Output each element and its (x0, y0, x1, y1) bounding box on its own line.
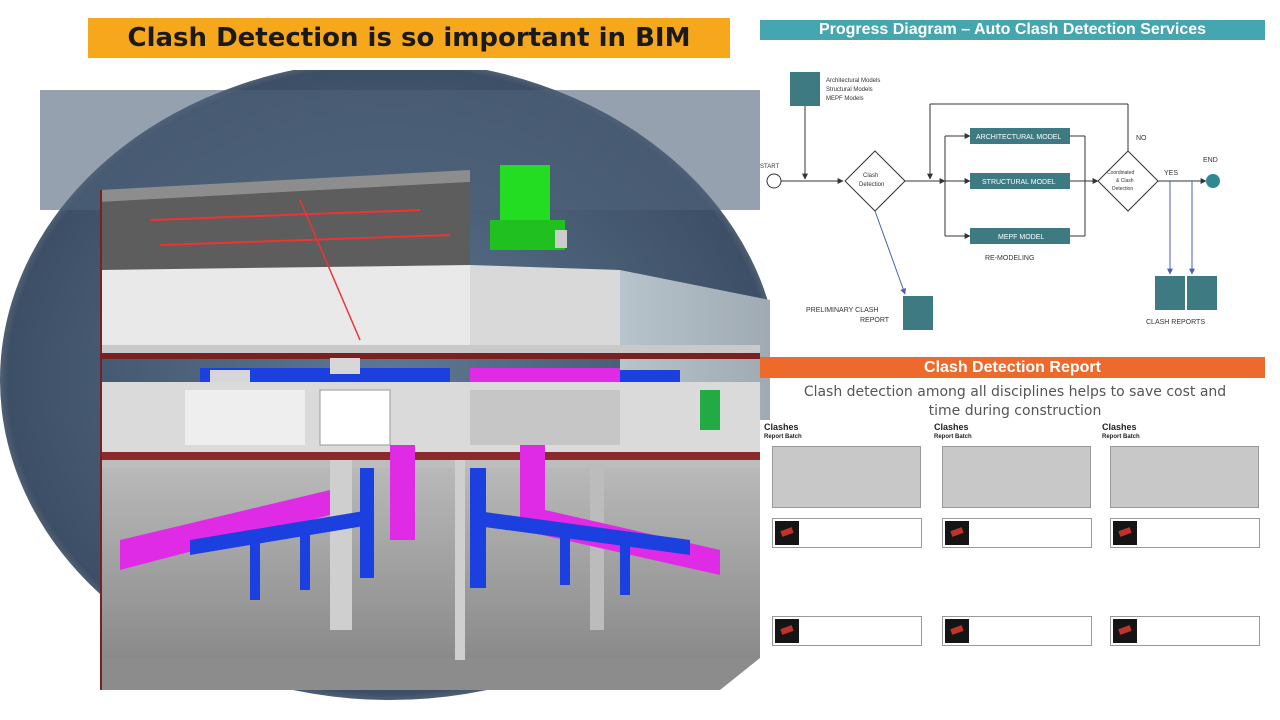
mepf-model-label: MEPF MODEL (998, 234, 1044, 241)
no-label: NO (1136, 135, 1147, 142)
clash-report-title: Clash Detection Report (760, 357, 1265, 378)
models-doc-icon (790, 72, 820, 106)
report-panel-title: Clashes (934, 422, 969, 432)
prelim-label-1: PRELIMINARY CLASH (806, 307, 879, 314)
decision-label-2: & Clash (1116, 178, 1134, 184)
start-circle (766, 173, 782, 189)
preliminary-report-icon (903, 296, 933, 330)
clash-report-icon-1 (1155, 276, 1185, 310)
yes-label: YES (1164, 170, 1178, 177)
clash-label-2: Detection (859, 182, 884, 188)
clash-card (942, 518, 1092, 548)
decision-label-1: Coordinated (1107, 170, 1134, 176)
clash-report-icon-2 (1187, 276, 1217, 310)
progress-diagram: Architectural Models Structural Models M… (760, 72, 1220, 330)
end-label: END (1203, 157, 1218, 164)
bim-building-render (0, 70, 770, 700)
end-circle (1206, 174, 1220, 188)
report-panel: Clashes Report Batch (930, 420, 1095, 705)
clash-note-line-1: Clash detection among all disciplines he… (803, 384, 1227, 400)
clash-reports-label: CLASH REPORTS (1146, 319, 1205, 326)
report-panel-title: Clashes (1102, 422, 1137, 432)
report-panel-subtitle: Report Batch (764, 434, 802, 440)
clash-thumbnail (1113, 619, 1137, 643)
architectural-model-label: ARCHITECTURAL MODEL (976, 134, 1061, 141)
report-panel: Clashes Report Batch (760, 420, 925, 705)
prelim-label-2: REPORT (860, 317, 890, 324)
models-label-1: Architectural Models (826, 78, 880, 84)
clash-thumbnail (775, 521, 799, 545)
report-summary-box (772, 446, 921, 508)
clash-card (1110, 518, 1260, 548)
clash-label-1: Clash (863, 173, 878, 179)
report-summary-box (942, 446, 1091, 508)
banner-title: Clash Detection is so important in BIM (127, 23, 691, 53)
clash-detection-diamond (844, 150, 906, 212)
report-panel-subtitle: Report Batch (1102, 434, 1140, 440)
clash-thumbnail (775, 619, 799, 643)
progress-diagram-title: Progress Diagram – Auto Clash Detection … (760, 20, 1265, 40)
clash-card (942, 616, 1092, 646)
report-panel-title: Clashes (764, 422, 799, 432)
clash-card (772, 616, 922, 646)
report-summary-box (1110, 446, 1259, 508)
clash-thumbnail (945, 521, 969, 545)
clash-report-note: Clash detection among all disciplines he… (790, 383, 1240, 421)
start-label: START (760, 164, 779, 170)
report-panel-subtitle: Report Batch (934, 434, 972, 440)
clash-report-thumbnails: Clashes Report Batch Clashes Report Batc… (760, 420, 1265, 710)
title-banner: Clash Detection is so important in BIM (88, 18, 730, 58)
clash-note-line-2: time during construction (928, 403, 1102, 419)
clash-card (1110, 616, 1260, 646)
decision-label-3: Detection (1112, 186, 1133, 192)
structural-model-label: STRUCTURAL MODEL (982, 179, 1056, 186)
clash-thumbnail (1113, 521, 1137, 545)
report-panel: Clashes Report Batch (1098, 420, 1263, 705)
models-label-3: MEPF Models (826, 96, 864, 102)
clash-card (772, 518, 922, 548)
remodeling-label: RE-MODELING (985, 255, 1034, 262)
models-label-2: Structural Models (826, 87, 873, 93)
clash-thumbnail (945, 619, 969, 643)
